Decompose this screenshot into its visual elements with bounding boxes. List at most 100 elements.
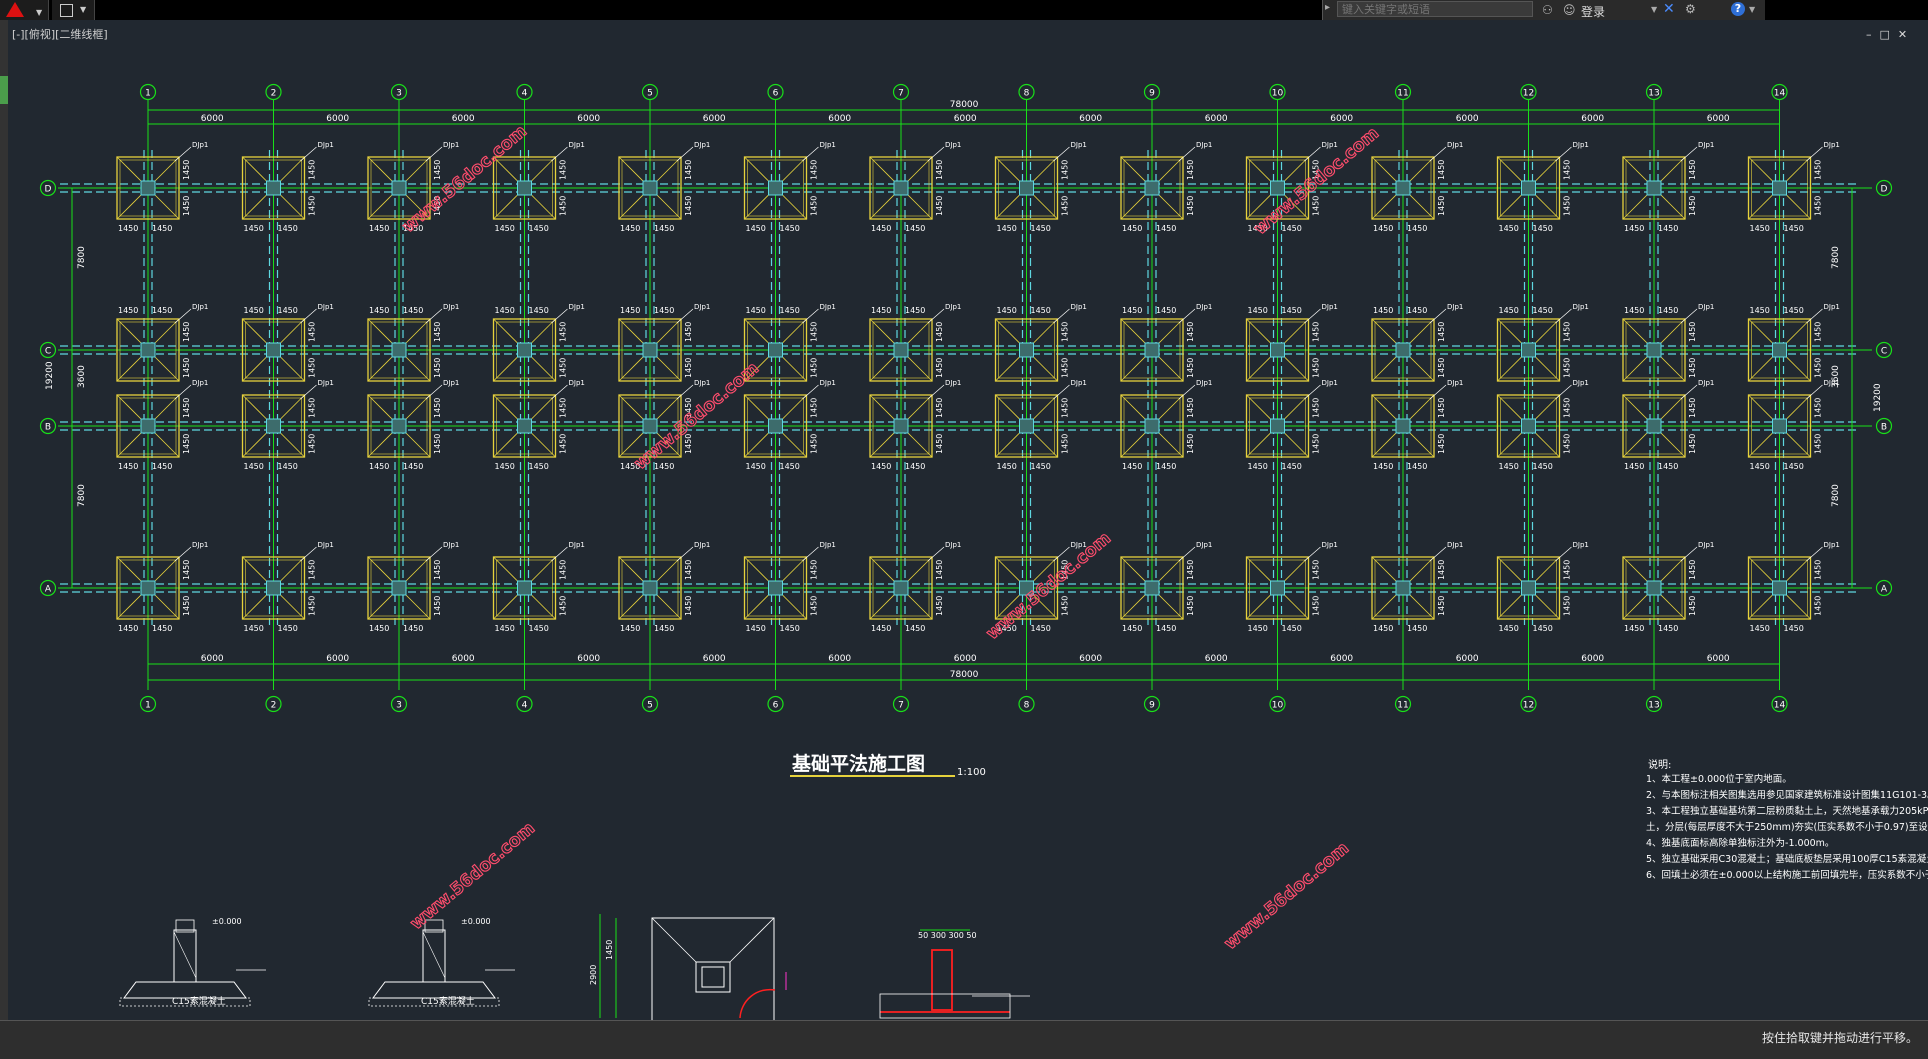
note-line: 3、本工程独立基础基坑第二层粉质黏土上，天然地基承载力205kPa，基底以下余填: [1646, 805, 1928, 817]
label-leader: [1178, 546, 1196, 562]
footing-dim-text: 1450: [684, 596, 693, 616]
column-stub: [893, 418, 909, 434]
footing-label: DJp1: [443, 541, 459, 549]
footing-djp1: DJp1 1450 1450 1450 1450: [618, 141, 710, 233]
footing-djp1: DJp1 1450 1450 1450 1450: [241, 541, 334, 633]
column-stub: [1270, 342, 1285, 358]
axis-bubble-label: 4: [522, 701, 528, 711]
footing-dim-text: 1450: [620, 624, 640, 633]
side-dimension-text: 7800: [77, 484, 87, 507]
expand-icon[interactable]: ▸: [1325, 2, 1330, 13]
label-leader: [802, 546, 819, 562]
chevron-down-icon[interactable]: ▼: [1651, 5, 1657, 14]
footing-dim-text: 1450: [1373, 624, 1393, 633]
footing-dim-text: 1450: [1312, 434, 1321, 454]
search-input[interactable]: [1337, 1, 1533, 17]
label-leader: [1304, 384, 1321, 400]
footing-dim-text: 1450: [1533, 462, 1553, 471]
total-dimension-text: 78000: [950, 670, 979, 680]
footing-dim-text: 1450: [1814, 560, 1823, 580]
axis-bubbles: 11223344556677889910101111121213131414D D…: [39, 83, 1893, 713]
footing-dim-text: 1450: [871, 306, 891, 315]
footing-label: DJp1: [192, 141, 208, 149]
footing-dim-text: 1450: [1750, 306, 1770, 315]
quick-access-toolbar[interactable]: ▼: [52, 0, 95, 20]
footing-label: DJp1: [1824, 303, 1840, 311]
footing-dim-text: 1450: [559, 196, 568, 216]
exchange-icon[interactable]: ✕: [1663, 1, 1675, 17]
binoculars-icon[interactable]: ⚇: [1542, 3, 1553, 17]
label-leader: [1429, 546, 1447, 562]
footing-dim-text: 1450: [1156, 306, 1176, 315]
axis-bubble-label: 10: [1272, 89, 1284, 99]
save-icon[interactable]: [60, 4, 73, 17]
footing-djp1: DJp1 1450 1450 1450 1450: [994, 379, 1087, 471]
column-stub: [1270, 580, 1285, 596]
footing-dim-text: 1450: [1407, 224, 1427, 233]
footing-dim-text: 1450: [433, 434, 442, 454]
footing-dim-text: 1450: [935, 196, 944, 216]
axis-bubble-label: D: [1881, 185, 1888, 195]
user-icon[interactable]: ☺: [1563, 3, 1576, 17]
footing-dim-text: 1450: [1784, 462, 1804, 471]
footing-dim-text: 1450: [403, 624, 423, 633]
axis-bubble-label: 4: [522, 89, 528, 99]
column-stub: [1521, 342, 1536, 358]
footing-dim-text: 1450: [654, 224, 674, 233]
footing-dim-text: 1450: [182, 322, 191, 342]
footing-dim-text: 1450: [654, 624, 674, 633]
side-dimension-text: 7800: [1831, 484, 1841, 507]
footing-dim-text: 1450: [182, 596, 191, 616]
footing-djp1: DJp1 1450 1450 1450 1450: [367, 379, 459, 471]
footing-section-detail: ±0.000 C15素混凝土: [368, 917, 515, 1007]
footing-dim-text: 1450: [1186, 434, 1195, 454]
column-stub: [642, 342, 658, 358]
footing-dim-text: 1450: [1563, 596, 1572, 616]
label-leader: [1429, 384, 1447, 400]
axis-bubble-label: 2: [271, 701, 277, 711]
footing-plan-outline: [651, 917, 775, 1020]
footing-label: DJp1: [1573, 141, 1589, 149]
footing-label: DJp1: [820, 303, 836, 311]
footing-dim-text: 1450: [244, 306, 264, 315]
footing-label: DJp1: [1447, 303, 1463, 311]
application-menu-button[interactable]: ▼: [0, 0, 49, 20]
axis-bubble-label: A: [1881, 585, 1888, 595]
network-icon[interactable]: ⚙: [1685, 2, 1696, 16]
chevron-down-icon[interactable]: ▼: [80, 5, 86, 14]
footing-dim-text: 1450: [308, 322, 317, 342]
label-leader: [676, 146, 694, 162]
footing-djp1: DJp1 1450 1450 1450 1450: [1496, 141, 1589, 233]
span-dimension-text: 6000: [1079, 654, 1102, 664]
footing-label: DJp1: [694, 541, 710, 549]
footing-label: DJp1: [694, 379, 710, 387]
footing-dim-text: 1450: [684, 560, 693, 580]
footing-dim-text: 1450: [495, 224, 515, 233]
watermarks: www.56doc.com www.56doc.comwww.56doc.comw…: [398, 121, 1383, 955]
column-stub: [1019, 342, 1034, 358]
label-leader: [300, 146, 317, 162]
footing-label: DJp1: [1447, 541, 1463, 549]
login-button[interactable]: 登录: [1581, 3, 1605, 20]
axis-bubble-label: D: [45, 185, 52, 195]
label-leader: [174, 546, 192, 562]
footing-dim-text: 1450: [1750, 462, 1770, 471]
label-leader: [1555, 308, 1572, 324]
column-stub: [266, 580, 281, 596]
span-dimension-text: 6000: [201, 114, 224, 124]
autocad-logo-icon: [6, 2, 24, 17]
column-stub: [1395, 342, 1411, 358]
footing-dim-text: 1450: [935, 596, 944, 616]
help-icon[interactable]: ?: [1731, 2, 1745, 16]
footing-label: DJp1: [1698, 141, 1714, 149]
footing-dim-text: 1450: [308, 398, 317, 418]
footing-dim-text: 1450: [433, 596, 442, 616]
footing-dim-text: 1450: [1624, 462, 1644, 471]
chevron-down-icon[interactable]: ▼: [1749, 5, 1755, 14]
footing-dim-text: 1450: [433, 398, 442, 418]
span-dimension-text: 6000: [1205, 114, 1228, 124]
footing-djp1: DJp1 1450 1450 1450 1450: [743, 379, 836, 471]
footing-dim-text: 1450: [1061, 358, 1070, 378]
footing-dim-text: 1450: [433, 160, 442, 180]
label-leader: [300, 546, 317, 562]
